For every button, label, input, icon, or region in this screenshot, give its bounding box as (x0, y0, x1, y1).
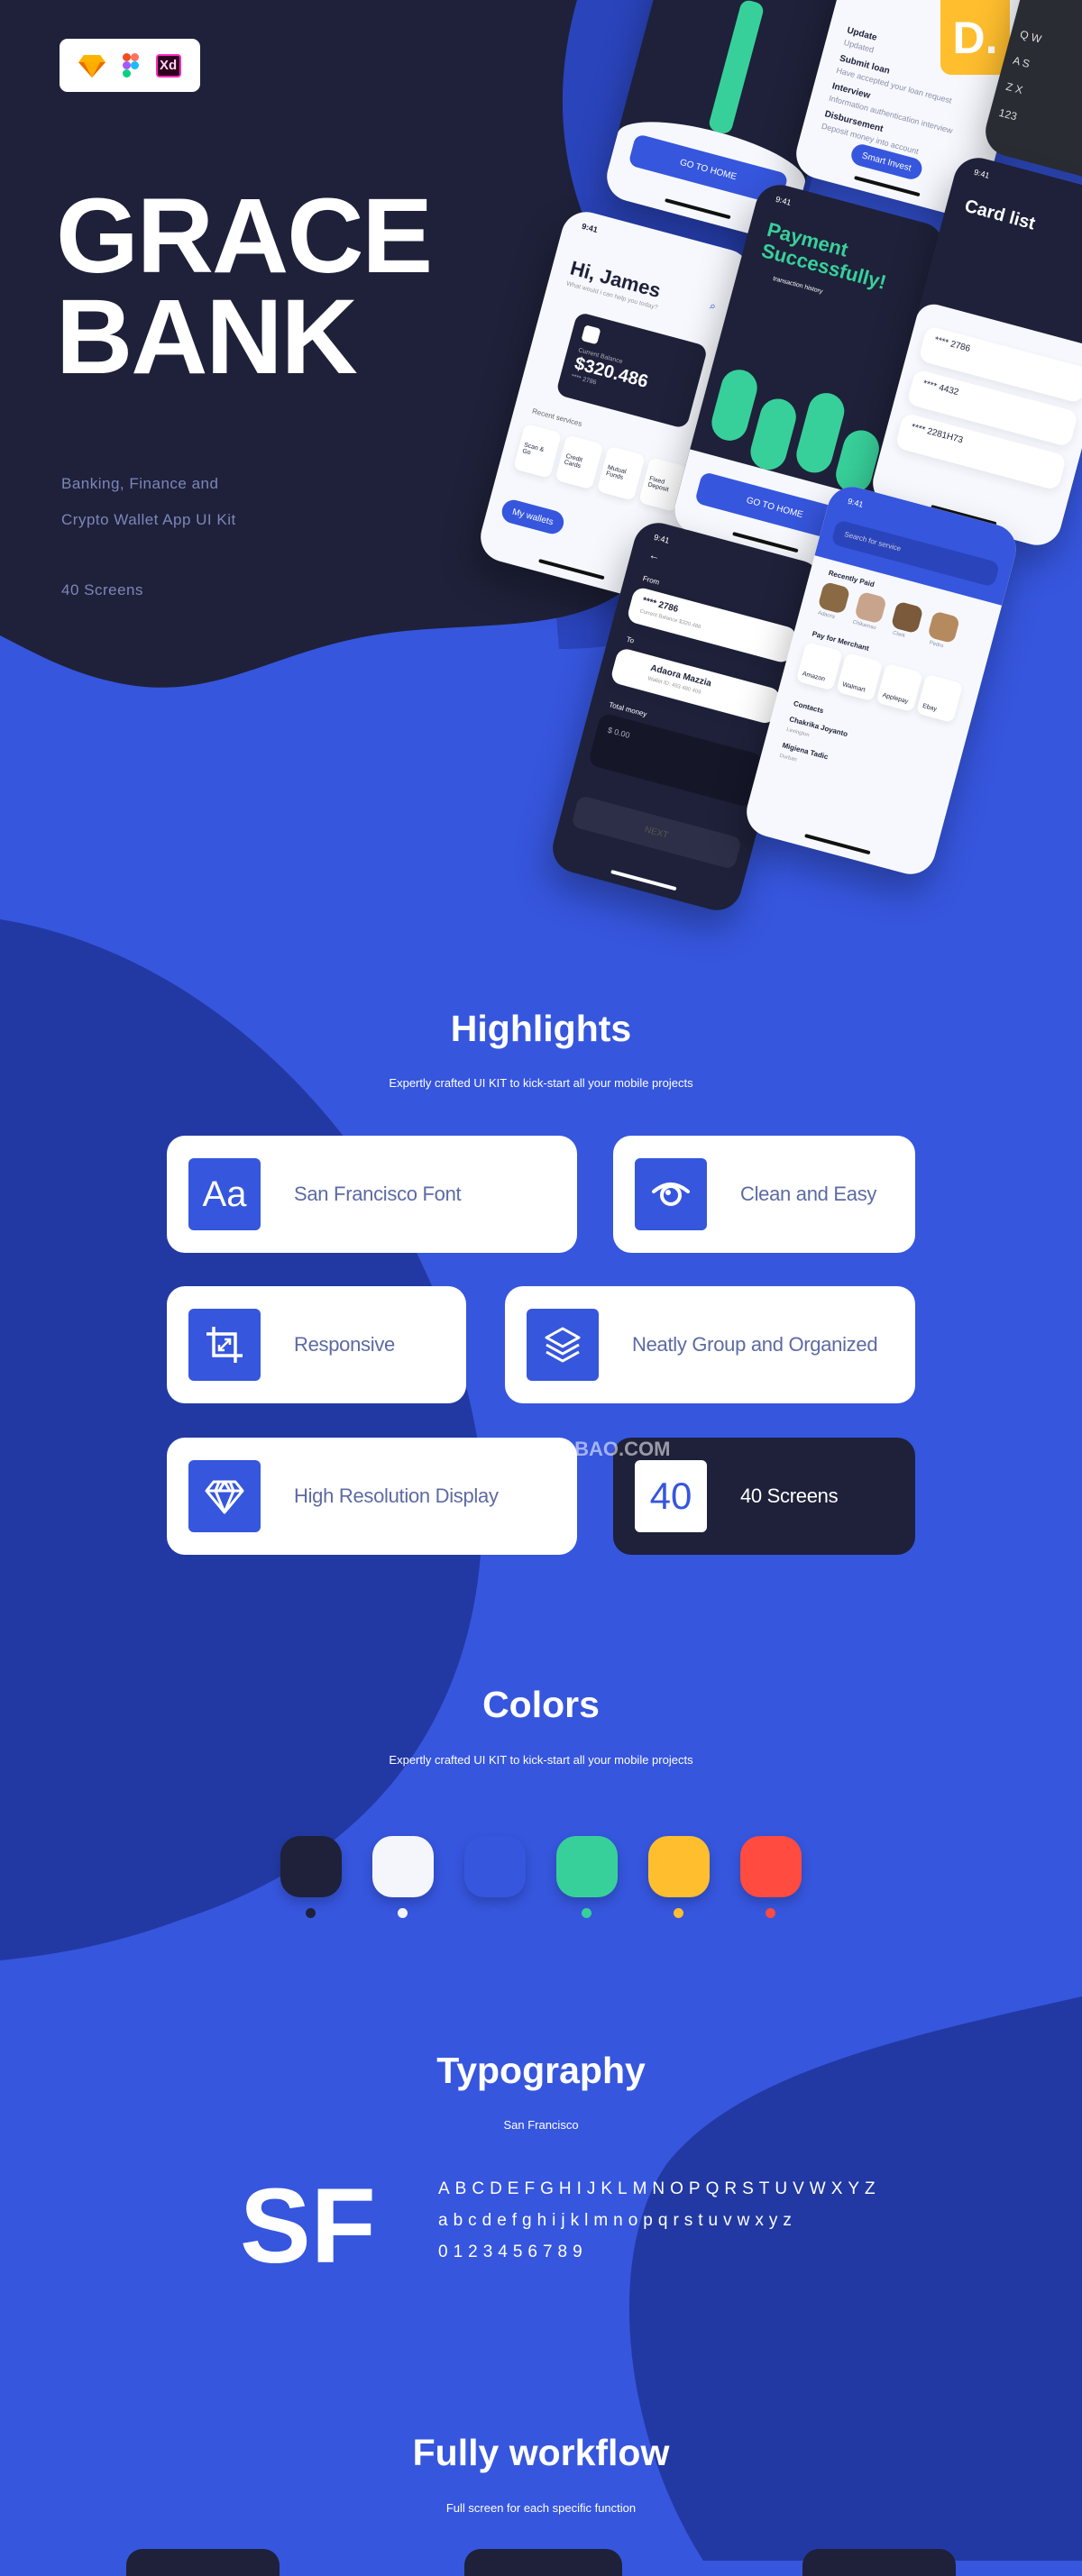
color-swatch (372, 1836, 434, 1897)
typography-title: Typography (436, 2050, 646, 2091)
color-swatch (464, 1836, 526, 1897)
merchant-walmart[interactable]: Walmart (836, 652, 884, 702)
eye-icon (635, 1158, 707, 1230)
highlight-card-responsive: Responsive (167, 1286, 466, 1403)
my-wallets-button[interactable]: My wallets (499, 497, 567, 537)
title-line-1: GRACE (56, 177, 433, 296)
card-list-title: Card list (962, 196, 1038, 234)
hero-subtitle-1: Banking, Finance and (61, 475, 219, 492)
workflow-phone-preview (126, 2549, 280, 2576)
screen-count-icon: 40 (635, 1460, 707, 1532)
amount-input[interactable]: $ 0.00 (587, 712, 765, 808)
contact-item[interactable]: Migiena Tadic Durban (778, 740, 830, 773)
lowercase-alphabet: abcdefghijklmnopqrstuvwxyz (438, 2211, 797, 2230)
from-card-select[interactable]: **** 2786 Current Balance $320.486 (626, 586, 799, 665)
font-sample: SF (240, 2167, 376, 2286)
workflow-subtitle: Full screen for each specific function (445, 2501, 637, 2515)
crop-icon (188, 1309, 261, 1381)
highlight-card-font: Aa San Francisco Font (167, 1136, 577, 1253)
color-swatch (740, 1836, 802, 1897)
color-swatch (280, 1836, 342, 1897)
service-credit-cards[interactable]: Credit Cards (555, 434, 604, 490)
color-dot (766, 1908, 775, 1918)
highlights-title: Highlights (450, 1008, 632, 1049)
workflow-phone-preview (464, 2549, 622, 2576)
typography-font-name: San Francisco (503, 2118, 579, 2132)
color-dot (398, 1908, 408, 1918)
uppercase-alphabet: ABCDEFGHIJKLMNOPQRSTUVWXYZ (438, 2179, 881, 2198)
color-swatch (556, 1836, 618, 1897)
xd-icon: Xd (155, 53, 181, 78)
illustration-person (707, 0, 766, 136)
highlight-card-organized: Neatly Group and Organized (505, 1286, 915, 1403)
color-dot (490, 1908, 500, 1918)
next-button[interactable]: NEXT (571, 794, 743, 871)
color-swatch (648, 1836, 710, 1897)
figma-icon (122, 53, 139, 78)
brand-logo: D. (940, 0, 1010, 75)
digits: 0123456789 (438, 2243, 588, 2261)
font-icon: Aa (188, 1158, 261, 1230)
hero-title: GRACE BANK (56, 177, 433, 397)
merchant-applepay[interactable]: Applepay (876, 662, 923, 713)
title-line-2: BANK (56, 278, 358, 397)
layers-icon (527, 1309, 599, 1381)
color-dot (674, 1908, 683, 1918)
workflow-phone-preview (802, 2549, 956, 2576)
transaction-history-link[interactable]: transaction history (772, 276, 823, 295)
service-mutual-funds[interactable]: Mutual Funds (596, 445, 646, 501)
sketch-icon (78, 54, 106, 78)
hero-subtitle-2: Crypto Wallet App UI Kit (61, 511, 236, 528)
service-scan[interactable]: Scan & Go (513, 423, 563, 479)
design-tools-badge: Xd (60, 39, 200, 92)
watermark: 早道大咖 IAMDK.TAOBAO.COM (379, 1438, 671, 1460)
color-dot (582, 1908, 591, 1918)
colors-subtitle: Expertly crafted UI KIT to kick-start al… (389, 1753, 693, 1767)
balance-card[interactable]: Current Balance $320.486 **** 2786 (555, 311, 709, 430)
workflow-title: Fully workflow (412, 2432, 670, 2473)
colors-title: Colors (482, 1684, 600, 1725)
hero-screen-count: 40 Screens (61, 581, 143, 598)
back-arrow-icon[interactable]: ← (647, 548, 661, 563)
diamond-icon (188, 1460, 261, 1532)
merchant-amazon[interactable]: Amazon (795, 641, 843, 691)
highlights-subtitle: Expertly crafted UI KIT to kick-start al… (389, 1076, 693, 1090)
merchant-ebay[interactable]: Ebay (915, 673, 964, 724)
color-dot (306, 1908, 316, 1918)
highlight-card-clean: Clean and Easy (613, 1136, 915, 1253)
search-icon[interactable]: ⌕ (708, 299, 718, 314)
